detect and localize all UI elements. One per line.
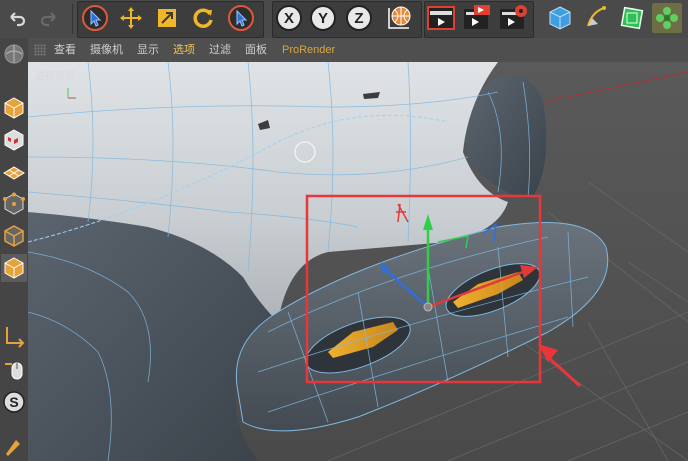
- y-axis-label: Y: [317, 9, 328, 27]
- make-editable-button[interactable]: [1, 40, 27, 68]
- viewport-grip-icon[interactable]: [34, 44, 46, 56]
- render-settings-button[interactable]: [498, 3, 528, 33]
- cloner-flower-icon: [656, 7, 678, 29]
- menu-panel[interactable]: 面板: [245, 44, 267, 56]
- cube-model-icon: [4, 97, 24, 119]
- axis-arrow-icon: [6, 327, 25, 348]
- checker-cube-icon: [4, 129, 24, 151]
- pen-tool-button[interactable]: [581, 3, 611, 33]
- edges-mode-button[interactable]: [1, 222, 27, 250]
- menu-display[interactable]: 显示: [137, 44, 159, 56]
- snap-s-icon: S: [3, 391, 25, 413]
- redo-icon: [40, 12, 56, 27]
- menu-prorender[interactable]: ProRender: [282, 44, 335, 56]
- grid-plane-icon: [3, 166, 25, 180]
- edges-cube-icon: [4, 225, 24, 247]
- axis-mode-button[interactable]: [1, 322, 27, 350]
- snap-button[interactable]: S: [1, 388, 27, 416]
- perspective-viewport[interactable]: 透视视图: [28, 62, 688, 461]
- z-axis-lock-button[interactable]: Z: [344, 3, 374, 33]
- menu-view[interactable]: 查看: [54, 44, 76, 56]
- brush-icon: [6, 440, 20, 456]
- last-tool-button[interactable]: [226, 3, 256, 33]
- workplane-mode-button[interactable]: [1, 158, 27, 186]
- clapper-gear-icon: [500, 5, 527, 29]
- pen-icon: [587, 6, 606, 27]
- viewport-scene: [28, 62, 688, 461]
- render-view-button[interactable]: [426, 3, 456, 33]
- subdivision-icon: [620, 6, 644, 30]
- polygons-mode-button[interactable]: [1, 254, 27, 282]
- undo-button[interactable]: [2, 3, 32, 33]
- move-icon: [120, 7, 142, 29]
- model-mode-button[interactable]: [1, 94, 27, 122]
- undo-icon: [10, 12, 26, 27]
- polygons-cube-icon: [4, 257, 24, 279]
- clapper-play-icon: [464, 5, 490, 29]
- svg-text:S: S: [9, 394, 18, 410]
- rotate-icon: [193, 8, 213, 28]
- live-selection-button[interactable]: [80, 3, 110, 33]
- cursor-icon: [228, 5, 254, 31]
- menu-filter[interactable]: 过滤: [209, 44, 231, 56]
- scale-button[interactable]: [152, 3, 182, 33]
- menu-options[interactable]: 选项: [173, 44, 195, 56]
- render-to-picture-viewer-button[interactable]: [462, 3, 492, 33]
- mode-palette: S: [0, 38, 29, 461]
- cloner-button[interactable]: [652, 3, 682, 33]
- coordinate-system-button[interactable]: [384, 3, 414, 33]
- texture-mode-button[interactable]: [1, 126, 27, 154]
- x-axis-label: X: [283, 9, 294, 27]
- points-mode-button[interactable]: [1, 190, 27, 218]
- rotate-button[interactable]: [188, 3, 218, 33]
- cube-primitive-button[interactable]: [545, 3, 575, 33]
- gizmo-center[interactable]: [423, 302, 433, 312]
- globe-icon: [388, 6, 411, 29]
- mouse-icon: [5, 362, 23, 380]
- redo-button[interactable]: [34, 3, 64, 33]
- clapper-icon: [427, 6, 455, 30]
- viewport-view-label: 透视视图: [35, 71, 75, 82]
- y-axis-lock-button[interactable]: Y: [308, 3, 338, 33]
- x-axis-lock-button[interactable]: X: [274, 3, 304, 33]
- viewport-menu-bar: 查看 摄像机 显示 选项 过滤 面板 ProRender: [28, 38, 688, 63]
- cursor-select-icon: [82, 5, 108, 31]
- menu-cameras[interactable]: 摄像机: [90, 44, 123, 56]
- points-cube-icon: [3, 192, 25, 215]
- sculpt-button[interactable]: [1, 432, 27, 460]
- scale-icon: [158, 9, 176, 27]
- main-toolbar: X Y Z: [0, 0, 688, 39]
- z-axis-label: Z: [354, 9, 364, 27]
- editable-object-icon: [4, 44, 24, 64]
- subdivision-surface-button[interactable]: [617, 3, 647, 33]
- cube-icon: [549, 6, 571, 30]
- move-button[interactable]: [116, 3, 146, 33]
- tweak-mode-button[interactable]: [1, 356, 27, 384]
